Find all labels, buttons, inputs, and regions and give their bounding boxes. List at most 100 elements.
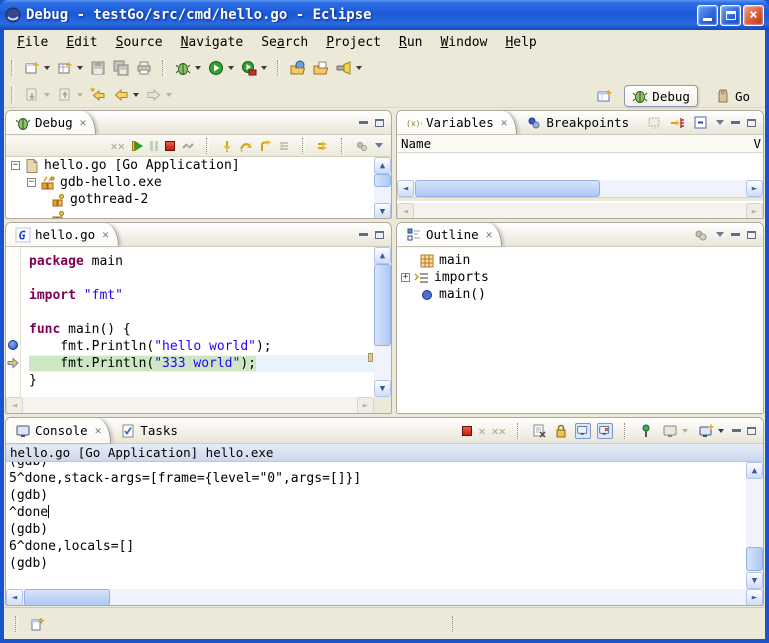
console-output[interactable]: (gdb) 5^done,stack-args=[frame={level="0… bbox=[6, 462, 763, 589]
suspend-icon[interactable] bbox=[150, 141, 158, 151]
clear-console-icon[interactable] bbox=[531, 423, 547, 439]
tree-row-clipped[interactable] bbox=[6, 208, 391, 219]
menu-navigate[interactable]: Navigate bbox=[172, 33, 253, 52]
next-annotation-icon[interactable] bbox=[22, 85, 52, 105]
remove-all-launches-icon[interactable]: ✕✕ bbox=[492, 425, 506, 437]
close-icon[interactable]: ✕ bbox=[80, 116, 87, 129]
menu-help[interactable]: Help bbox=[496, 33, 545, 52]
menu-project[interactable]: Project bbox=[317, 33, 390, 52]
scroll-down-arrow[interactable]: ▼ bbox=[746, 572, 763, 589]
remove-terminated-icon[interactable]: ✕✕ bbox=[111, 140, 125, 152]
collapse-expander[interactable]: − bbox=[11, 161, 20, 170]
scroll-right-arrow[interactable]: ► bbox=[746, 589, 763, 606]
editor-code[interactable]: package main import "fmt" func main() { … bbox=[22, 247, 374, 397]
display-console-icon[interactable] bbox=[660, 421, 690, 441]
tree-row[interactable]: − hello.go [Go Application] bbox=[6, 157, 391, 174]
open-console-icon[interactable]: + bbox=[696, 421, 726, 441]
minimize-view-icon[interactable] bbox=[731, 233, 740, 236]
scroll-thumb[interactable] bbox=[374, 174, 391, 187]
debug-view-misc-icon[interactable] bbox=[356, 140, 368, 152]
prev-annotation-icon[interactable] bbox=[55, 85, 85, 105]
step-return-icon[interactable] bbox=[259, 140, 271, 152]
column-value-partial[interactable]: V bbox=[753, 136, 761, 151]
maximize-view-icon[interactable] bbox=[747, 119, 756, 127]
print-icon[interactable] bbox=[134, 58, 154, 78]
variables-tree-empty[interactable] bbox=[397, 153, 763, 180]
editor-ruler[interactable] bbox=[6, 247, 21, 397]
close-button[interactable]: × bbox=[743, 5, 764, 26]
statusbar-handle[interactable] bbox=[15, 616, 18, 632]
menu-run[interactable]: Run bbox=[390, 33, 431, 52]
scroll-thumb[interactable] bbox=[415, 180, 600, 197]
show-type-names-icon[interactable] bbox=[647, 115, 663, 131]
maximize-view-icon[interactable] bbox=[747, 231, 756, 239]
toolbar-handle[interactable] bbox=[162, 60, 165, 76]
statusbar-handle[interactable] bbox=[452, 616, 455, 632]
resume-icon[interactable] bbox=[132, 141, 143, 151]
scroll-lock-icon[interactable] bbox=[553, 423, 569, 439]
outline-item-imports[interactable]: + imports bbox=[401, 269, 763, 286]
show-logical-structure-icon[interactable] bbox=[670, 115, 686, 131]
scroll-up-arrow[interactable]: ▲ bbox=[746, 462, 763, 479]
new-wizard-icon[interactable]: + bbox=[22, 58, 52, 78]
forward-icon[interactable] bbox=[144, 85, 174, 105]
editor-vertical-scrollbar[interactable]: ▲ ▼ bbox=[374, 247, 391, 397]
tab-tasks[interactable]: Tasks bbox=[111, 418, 187, 443]
scroll-right-arrow[interactable]: ► bbox=[746, 180, 763, 197]
perspective-debug-button[interactable]: Debug bbox=[624, 85, 698, 107]
fast-view-icon[interactable] bbox=[29, 616, 45, 632]
drop-to-frame-icon[interactable] bbox=[278, 140, 290, 152]
toolbar-handle[interactable] bbox=[11, 87, 14, 103]
scroll-left-arrow[interactable]: ◄ bbox=[6, 589, 23, 606]
minimize-view-icon[interactable] bbox=[359, 233, 368, 236]
maximize-view-icon[interactable] bbox=[375, 119, 384, 127]
terminate-icon[interactable] bbox=[462, 426, 472, 436]
step-into-icon[interactable] bbox=[221, 140, 233, 152]
view-menu-icon[interactable] bbox=[716, 120, 724, 125]
step-over-icon[interactable] bbox=[240, 140, 252, 152]
toolbar-handle[interactable] bbox=[277, 60, 280, 76]
overview-ruler-marker[interactable] bbox=[368, 353, 373, 362]
external-tools-icon[interactable] bbox=[239, 58, 269, 78]
save-all-icon[interactable] bbox=[111, 58, 131, 78]
close-icon[interactable]: ✕ bbox=[501, 116, 508, 129]
tab-outline[interactable]: Outline ✕ bbox=[397, 223, 502, 246]
save-icon[interactable] bbox=[88, 58, 108, 78]
debug-icon[interactable] bbox=[173, 58, 203, 78]
disconnect-icon[interactable] bbox=[182, 140, 194, 152]
close-icon[interactable]: ✕ bbox=[486, 228, 493, 241]
menu-search[interactable]: Search bbox=[252, 33, 317, 52]
tab-hello-go[interactable]: G hello.go ✕ bbox=[6, 223, 119, 246]
tab-variables[interactable]: (x)= Variables ✕ bbox=[397, 111, 517, 134]
run-icon[interactable] bbox=[206, 58, 236, 78]
expand-expander[interactable]: + bbox=[401, 273, 410, 282]
variables-horizontal-scrollbar[interactable]: ◄ ► bbox=[397, 180, 763, 197]
breakpoint-marker[interactable] bbox=[8, 340, 18, 350]
minimize-button[interactable] bbox=[697, 5, 718, 26]
perspective-go-button[interactable]: Go bbox=[708, 86, 757, 106]
minimize-view-icon[interactable] bbox=[731, 121, 740, 124]
maximize-view-icon[interactable] bbox=[747, 427, 756, 435]
toolbar-handle[interactable] bbox=[11, 60, 14, 76]
menu-source[interactable]: Source bbox=[107, 33, 172, 52]
scroll-thumb[interactable] bbox=[746, 547, 763, 571]
show-stdout-icon[interactable] bbox=[575, 423, 591, 439]
open-folder-icon[interactable] bbox=[311, 58, 331, 78]
view-menu-icon[interactable] bbox=[375, 143, 383, 148]
new-file-icon[interactable]: + bbox=[55, 58, 85, 78]
maximize-view-icon[interactable] bbox=[375, 231, 384, 239]
menu-window[interactable]: Window bbox=[431, 33, 496, 52]
outline-item-main-func[interactable]: main() bbox=[401, 286, 763, 303]
scroll-down-arrow[interactable]: ▼ bbox=[374, 203, 391, 219]
debug-vertical-scrollbar[interactable]: ▲ ▼ bbox=[374, 157, 391, 219]
search-icon[interactable] bbox=[334, 58, 364, 78]
tab-debug[interactable]: Debug ✕ bbox=[6, 111, 96, 134]
show-stderr-icon[interactable] bbox=[597, 423, 613, 439]
minimize-view-icon[interactable] bbox=[732, 429, 741, 432]
pin-console-icon[interactable] bbox=[638, 423, 654, 439]
last-edit-location-icon[interactable]: * bbox=[88, 85, 108, 105]
scroll-up-arrow[interactable]: ▲ bbox=[374, 247, 391, 264]
tree-row[interactable]: − gdb-hello.exe bbox=[6, 174, 391, 191]
remove-launch-icon[interactable]: ✕ bbox=[478, 425, 485, 437]
scroll-left-arrow[interactable]: ◄ bbox=[397, 180, 414, 197]
